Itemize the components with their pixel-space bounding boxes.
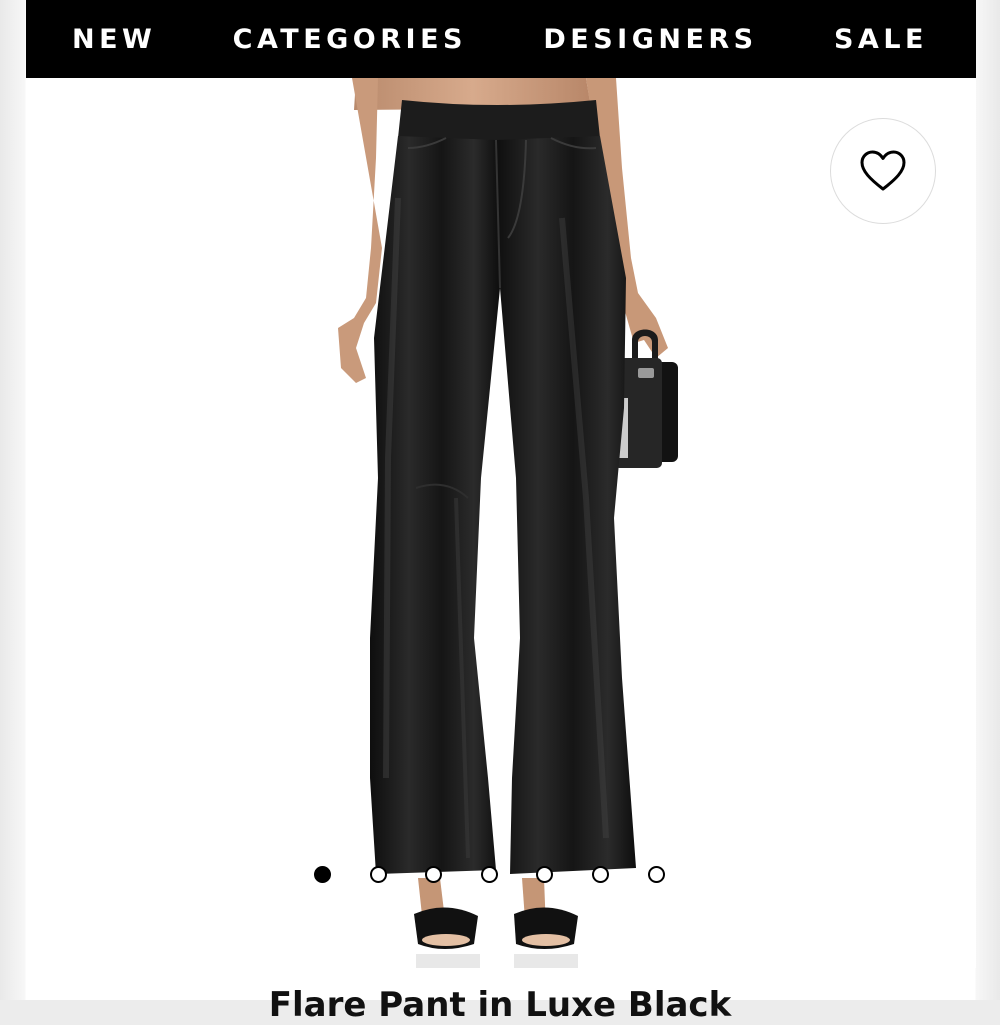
carousel-dot[interactable]	[591, 866, 609, 883]
wishlist-button[interactable]	[830, 118, 936, 224]
sandals	[414, 878, 578, 968]
carousel-dot[interactable]	[369, 866, 387, 883]
carousel-dot[interactable]	[647, 866, 665, 883]
nav-designers[interactable]: DESIGNERS	[543, 24, 757, 55]
leather-pants	[370, 100, 636, 874]
nav-sale[interactable]: SALE	[834, 24, 928, 55]
carousel-dot[interactable]	[314, 866, 331, 883]
carousel-indicators	[314, 866, 665, 883]
nav-categories[interactable]: CATEGORIES	[233, 24, 467, 55]
product-image[interactable]	[26, 78, 976, 968]
carousel-dot[interactable]	[480, 866, 498, 883]
product-title: Flare Pant in Luxe Black	[268, 985, 732, 1025]
carousel-dot[interactable]	[536, 866, 554, 883]
product-photo	[338, 78, 678, 968]
top-navigation: NEW CATEGORIES DESIGNERS SALE	[26, 0, 976, 78]
product-page: NEW CATEGORIES DESIGNERS SALE Flare Pant…	[0, 0, 1000, 1025]
heart-icon	[860, 150, 906, 191]
carousel-dot[interactable]	[425, 866, 443, 883]
nav-new[interactable]: NEW	[72, 24, 156, 55]
